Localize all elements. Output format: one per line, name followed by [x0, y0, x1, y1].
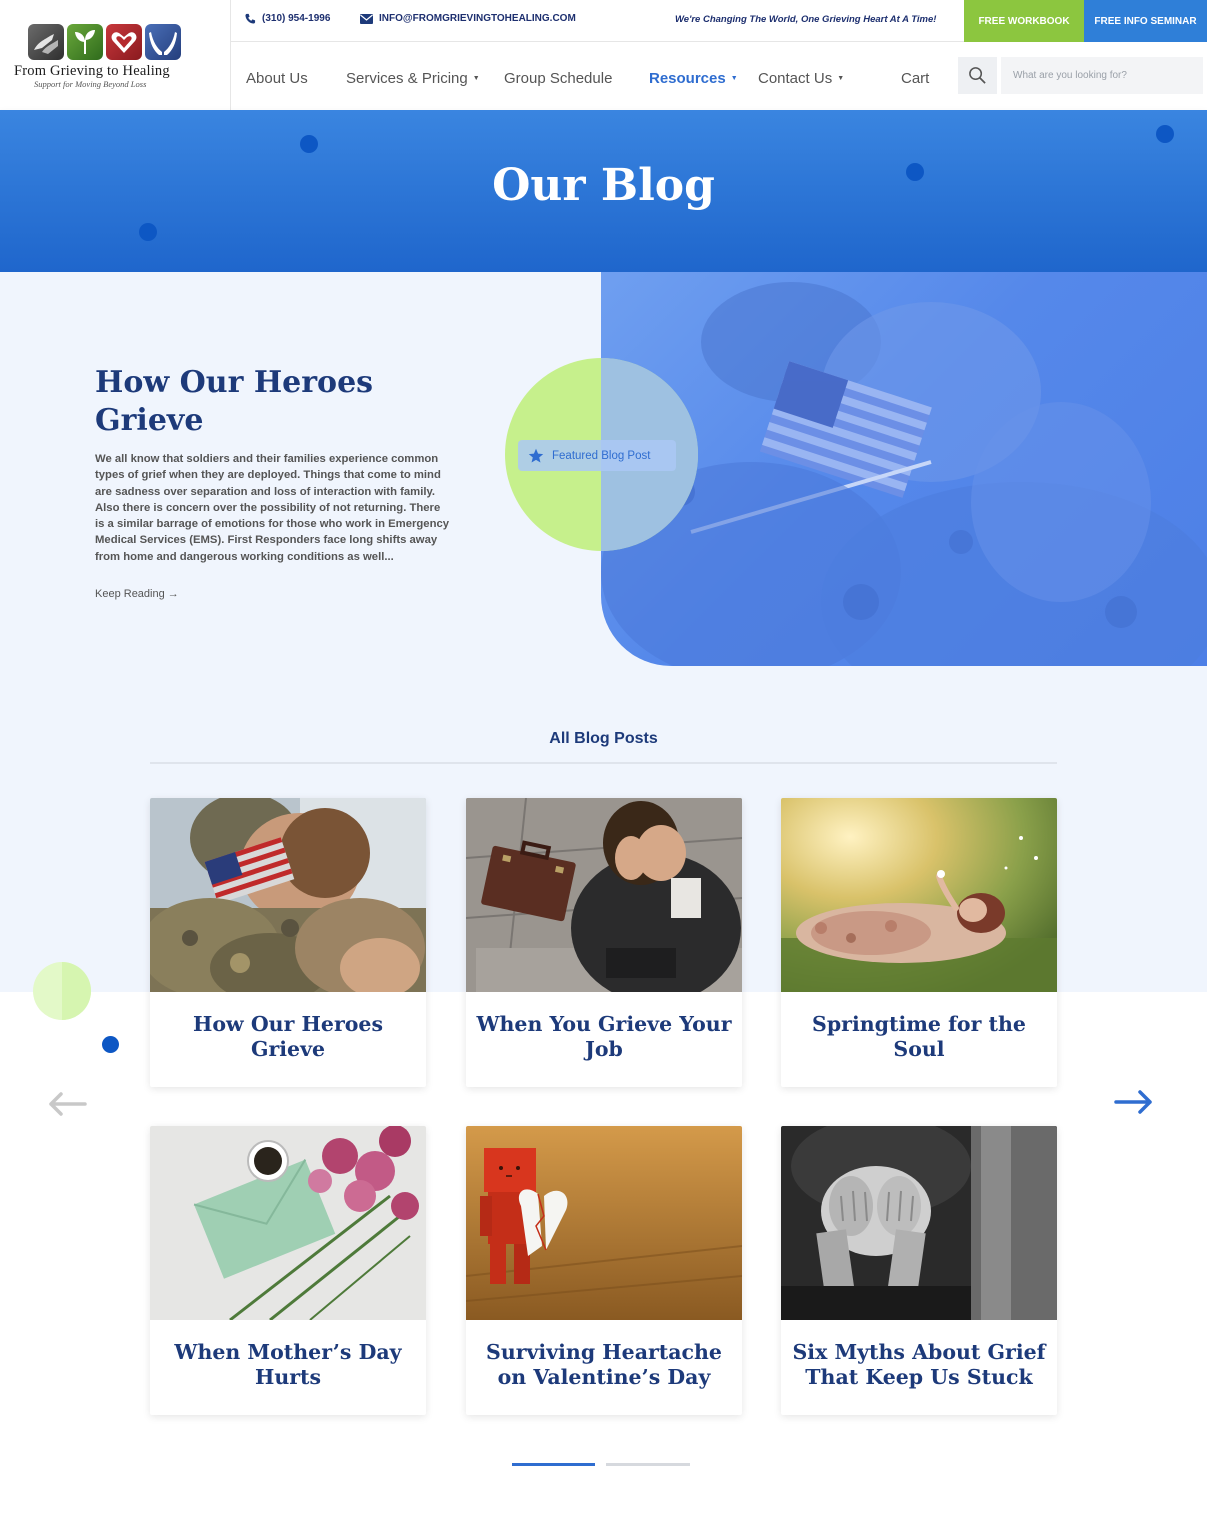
- nav-label: Cart: [901, 70, 930, 87]
- post-title[interactable]: When Mother’s Day Hurts: [160, 1340, 416, 1390]
- top-bar: (310) 954-1996 INFO@FROMGRIEVINGTOHEALIN…: [231, 0, 1207, 42]
- decor-dot: [139, 223, 157, 241]
- nav-label: Services & Pricing: [346, 70, 468, 87]
- logo-tiles: [28, 24, 181, 60]
- post-image[interactable]: [781, 798, 1057, 992]
- blog-card[interactable]: When Mother’s Day Hurts: [150, 1126, 426, 1415]
- post-title[interactable]: Six Myths About Grief That Keep Us Stuck: [791, 1340, 1047, 1390]
- all-posts-title: All Blog Posts: [549, 730, 658, 747]
- site-header: From Grieving to Healing Support for Mov…: [0, 0, 1207, 110]
- post-image[interactable]: [781, 1126, 1057, 1320]
- decor-blob: [33, 962, 91, 1020]
- blog-card[interactable]: When You Grieve Your Job: [466, 798, 742, 1087]
- nav-services-pricing[interactable]: Services & Pricing ▼: [346, 70, 480, 87]
- page-hero: Our Blog: [0, 110, 1207, 272]
- phone-number: (310) 954-1996: [262, 13, 331, 24]
- nav-label: Group Schedule: [504, 70, 613, 87]
- featured-badge: Featured Blog Post: [518, 440, 676, 471]
- featured-title[interactable]: How Our Heroes Grieve: [95, 364, 455, 440]
- post-image[interactable]: [150, 1126, 426, 1320]
- search-icon: [969, 67, 986, 84]
- email-link[interactable]: INFO@FROMGRIEVINGTOHEALING.COM: [360, 13, 576, 24]
- free-info-seminar-button[interactable]: FREE INFO SEMINAR: [1084, 0, 1207, 42]
- email-address: INFO@FROMGRIEVINGTOHEALING.COM: [379, 13, 576, 24]
- keep-reading-link[interactable]: Keep Reading →: [95, 588, 179, 600]
- nav-label: Contact Us: [758, 70, 833, 87]
- nav-label: Resources: [649, 70, 726, 87]
- slogan: We're Changing The World, One Grieving H…: [675, 14, 937, 25]
- pager-dot[interactable]: [606, 1463, 690, 1466]
- nav-about-us[interactable]: About Us: [246, 70, 308, 87]
- arrow-left-icon: [49, 1092, 87, 1116]
- post-image[interactable]: [466, 1126, 742, 1320]
- sprout-icon: [67, 24, 103, 60]
- arrow-right-icon: →: [167, 588, 179, 600]
- phone-icon: [245, 13, 256, 24]
- nav-label: About Us: [246, 70, 308, 87]
- open-hands-icon: [145, 24, 181, 60]
- blog-card[interactable]: Springtime for the Soul: [781, 798, 1057, 1087]
- caret-down-icon: ▼: [730, 75, 738, 82]
- pager-dot-active[interactable]: [512, 1463, 595, 1466]
- post-image[interactable]: [466, 798, 742, 992]
- caret-down-icon: ▼: [472, 75, 480, 82]
- hands-icon: [28, 24, 64, 60]
- post-title[interactable]: Surviving Heartache on Valentine’s Day: [476, 1340, 732, 1390]
- search-input[interactable]: [1001, 57, 1203, 94]
- search-button[interactable]: [958, 57, 997, 94]
- free-workbook-button[interactable]: FREE WORKBOOK: [964, 0, 1084, 42]
- logo-tagline: Support for Moving Beyond Loss: [34, 79, 147, 89]
- phone-link[interactable]: (310) 954-1996: [245, 13, 330, 24]
- logo[interactable]: From Grieving to Healing Support for Mov…: [0, 0, 231, 110]
- decor-dot: [1156, 125, 1174, 143]
- prev-arrow-button[interactable]: [47, 1089, 87, 1119]
- logo-name: From Grieving to Healing: [14, 63, 170, 79]
- post-title[interactable]: How Our Heroes Grieve: [160, 1012, 416, 1062]
- blog-card[interactable]: Six Myths About Grief That Keep Us Stuck: [781, 1126, 1057, 1415]
- star-icon: [528, 448, 544, 463]
- blog-card[interactable]: How Our Heroes Grieve: [150, 798, 426, 1087]
- post-title[interactable]: When You Grieve Your Job: [476, 1012, 732, 1062]
- nav-cart[interactable]: Cart: [901, 70, 929, 87]
- nav-group-schedule[interactable]: Group Schedule: [504, 70, 612, 87]
- featured-excerpt: We all know that soldiers and their fami…: [95, 453, 450, 563]
- divider: [150, 762, 1057, 764]
- decor-dot: [102, 1036, 119, 1053]
- decor-dot: [300, 135, 318, 153]
- heart-icon: [106, 24, 142, 60]
- next-arrow-button[interactable]: [1114, 1087, 1154, 1117]
- envelope-icon: [360, 13, 373, 24]
- arrow-right-icon: [1114, 1090, 1152, 1114]
- post-title[interactable]: Springtime for the Soul: [791, 1012, 1047, 1062]
- nav-resources[interactable]: Resources ▼: [649, 70, 738, 87]
- keep-reading-label: Keep Reading: [95, 588, 165, 600]
- featured-badge-label: Featured Blog Post: [552, 449, 651, 462]
- post-image[interactable]: [150, 798, 426, 992]
- blog-card[interactable]: Surviving Heartache on Valentine’s Day: [466, 1126, 742, 1415]
- page-title: Our Blog: [492, 160, 715, 211]
- caret-down-icon: ▼: [837, 75, 845, 82]
- nav-contact-us[interactable]: Contact Us ▼: [758, 70, 844, 87]
